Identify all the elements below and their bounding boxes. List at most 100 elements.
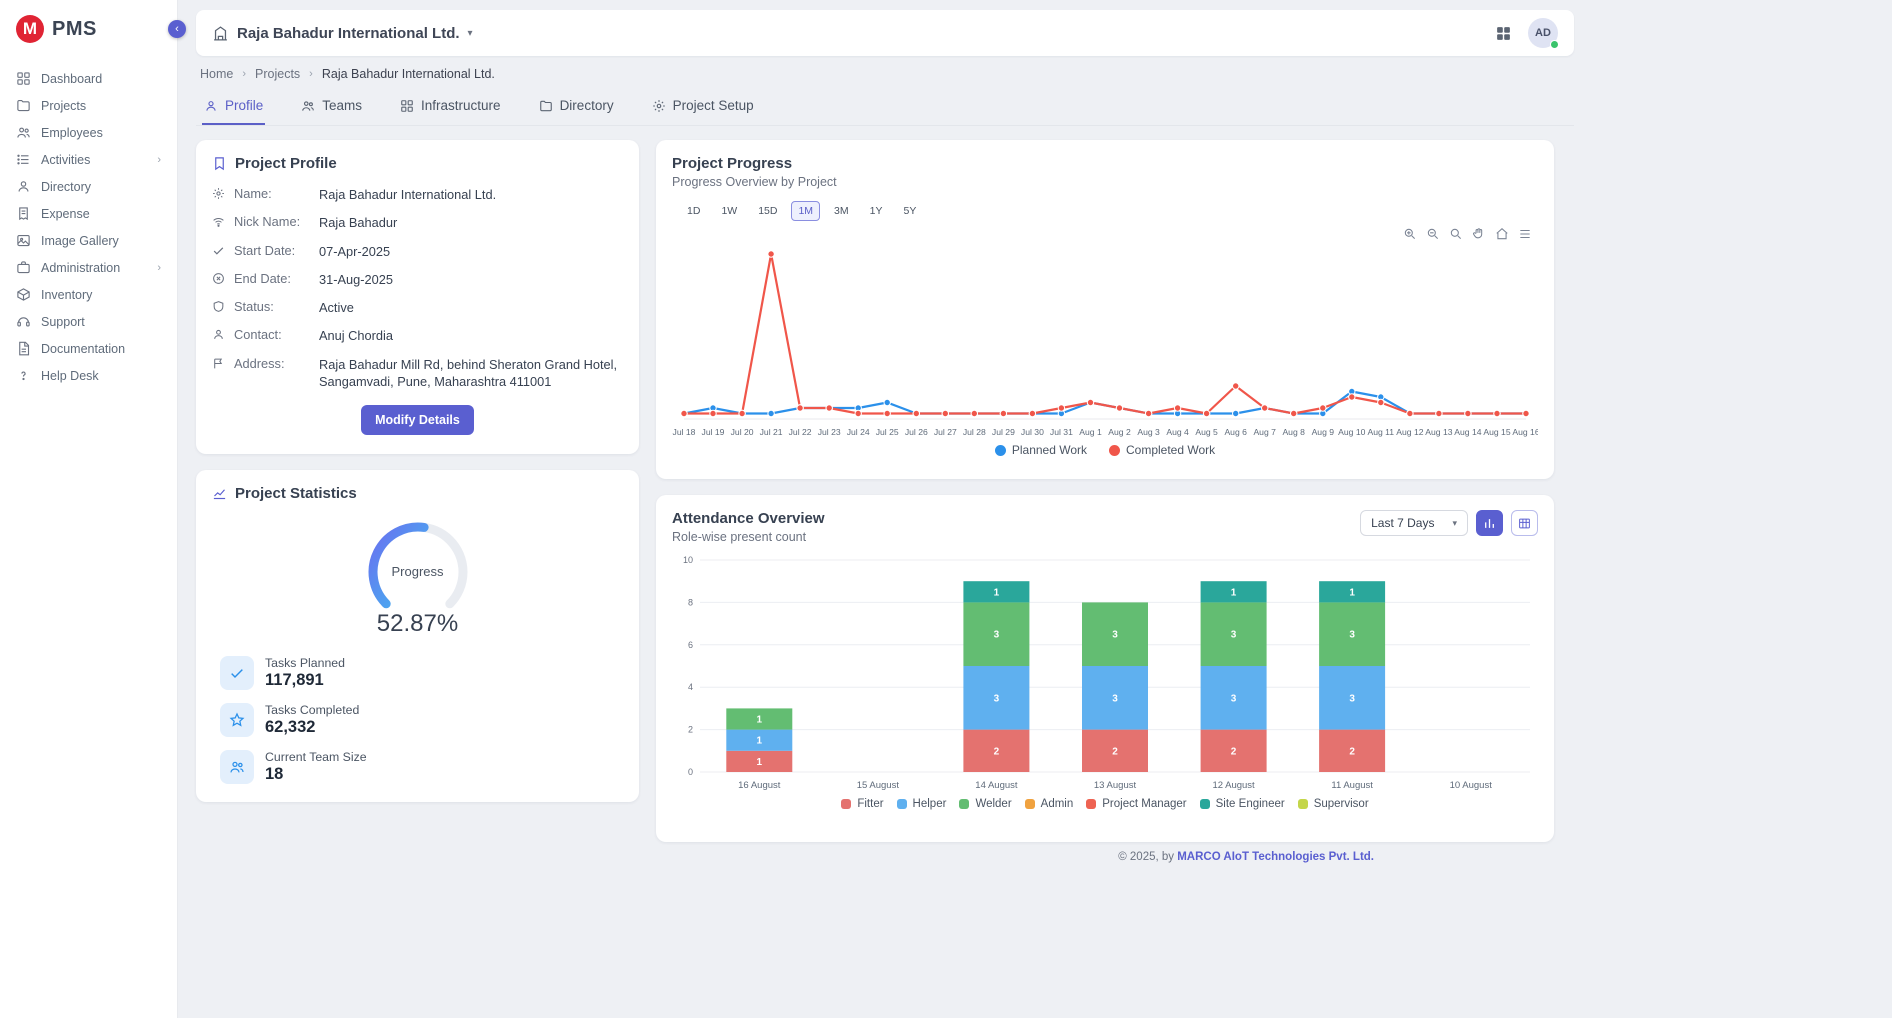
check-icon [220, 656, 254, 690]
svg-text:Aug 15: Aug 15 [1483, 427, 1510, 437]
range-1w[interactable]: 1W [714, 201, 744, 221]
svg-text:Jul 20: Jul 20 [731, 427, 754, 437]
svg-text:Jul 31: Jul 31 [1050, 427, 1073, 437]
legend-item[interactable]: Project Manager [1086, 798, 1186, 810]
selection-zoom-icon[interactable] [1449, 227, 1463, 241]
range-5y[interactable]: 5Y [896, 201, 923, 221]
breadcrumb-home[interactable]: Home [200, 67, 233, 81]
svg-text:8: 8 [688, 597, 693, 607]
line-chart-legend: Planned Work Completed Work [672, 443, 1538, 457]
range-1d[interactable]: 1D [680, 201, 707, 221]
zoom-in-icon[interactable] [1403, 227, 1417, 241]
stat-label: Tasks Planned [265, 656, 345, 670]
sidebar-item-label: Directory [41, 180, 91, 194]
tab-project-setup[interactable]: Project Setup [650, 89, 756, 125]
range-1m[interactable]: 1M [791, 201, 820, 221]
footer: © 2025, by MARCO AIoT Technologies Pvt. … [196, 851, 1374, 863]
attendance-bar-chart[interactable]: 024681016 August11115 August14 August233… [672, 550, 1538, 796]
svg-text:16 August: 16 August [738, 780, 781, 791]
pan-icon[interactable] [1472, 227, 1486, 241]
breadcrumb-current: Raja Bahadur International Ltd. [322, 67, 495, 81]
company-icon [212, 25, 229, 42]
sidebar-item-inventory[interactable]: Inventory [0, 281, 177, 308]
range-15d[interactable]: 15D [751, 201, 784, 221]
date-range-select[interactable]: Last 7 Days ▾ [1360, 510, 1468, 536]
svg-text:Aug 3: Aug 3 [1137, 427, 1160, 437]
field-label: Start Date: [234, 243, 310, 258]
legend-item[interactable]: Supervisor [1298, 798, 1369, 810]
range-3m[interactable]: 3M [827, 201, 856, 221]
svg-text:10 August: 10 August [1450, 780, 1493, 791]
chevron-down-icon: ▾ [468, 28, 473, 39]
menu-icon[interactable] [1518, 227, 1532, 241]
tab-infrastructure[interactable]: Infrastructure [398, 89, 503, 125]
avatar[interactable]: AD [1528, 18, 1558, 48]
tab-directory[interactable]: Directory [537, 89, 616, 125]
company-selector[interactable]: Raja Bahadur International Ltd. ▾ [212, 25, 473, 42]
legend-marker [959, 799, 969, 809]
sidebar-item-directory[interactable]: Directory [0, 173, 177, 200]
line-chart-area: Jul 18Jul 19Jul 20Jul 21Jul 22Jul 23Jul … [672, 225, 1538, 441]
legend-item[interactable]: Planned Work [995, 443, 1087, 457]
svg-text:Jul 19: Jul 19 [702, 427, 725, 437]
legend-marker [841, 799, 851, 809]
field-value: Raja Bahadur [319, 214, 397, 231]
legend-marker [897, 799, 907, 809]
sidebar-item-expense[interactable]: Expense [0, 200, 177, 227]
svg-text:Jul 29: Jul 29 [992, 427, 1015, 437]
briefcase-icon [16, 260, 31, 275]
sidebar-item-label: Projects [41, 99, 86, 113]
svg-text:3: 3 [1112, 693, 1118, 704]
sidebar-item-help-desk[interactable]: Help Desk [0, 362, 177, 389]
grid-icon [400, 99, 414, 113]
breadcrumb-separator: › [309, 68, 313, 80]
footer-link[interactable]: MARCO AIoT Technologies Pvt. Ltd. [1177, 851, 1374, 863]
signal-icon [212, 215, 225, 228]
svg-text:2: 2 [1112, 746, 1118, 757]
question-icon [16, 368, 31, 383]
headset-icon [16, 314, 31, 329]
breadcrumb-separator: › [242, 68, 246, 80]
zoom-out-icon[interactable] [1426, 227, 1440, 241]
field-label: Contact: [234, 327, 310, 342]
svg-text:Jul 22: Jul 22 [789, 427, 812, 437]
legend-item[interactable]: Site Engineer [1200, 798, 1285, 810]
sidebar-item-projects[interactable]: Projects [0, 92, 177, 119]
svg-text:3: 3 [994, 693, 1000, 704]
sidebar-item-administration[interactable]: Administration › [0, 254, 177, 281]
legend-item[interactable]: Welder [959, 798, 1011, 810]
progress-line-chart[interactable]: Jul 18Jul 19Jul 20Jul 21Jul 22Jul 23Jul … [672, 225, 1538, 441]
sidebar-item-documentation[interactable]: Documentation [0, 335, 177, 362]
sidebar-item-employees[interactable]: Employees [0, 119, 177, 146]
legend-item[interactable]: Helper [897, 798, 947, 810]
sidebar-item-activities[interactable]: Activities › [0, 146, 177, 173]
tab-profile[interactable]: Profile [202, 89, 265, 125]
range-1y[interactable]: 1Y [863, 201, 890, 221]
project-statistics-card: Project Statistics Progress 52.87% Tasks… [196, 470, 639, 802]
attendance-overview-card: Attendance Overview Role-wise present co… [656, 495, 1554, 842]
bar-view-toggle[interactable] [1476, 510, 1503, 536]
sidebar-collapse-button[interactable]: ‹ [168, 20, 186, 38]
legend-item[interactable]: Fitter [841, 798, 883, 810]
modify-details-button[interactable]: Modify Details [361, 405, 474, 435]
legend-item[interactable]: Completed Work [1109, 443, 1215, 457]
legend-item[interactable]: Admin [1025, 798, 1074, 810]
stat-value: 62,332 [265, 718, 359, 737]
breadcrumb-projects[interactable]: Projects [255, 67, 300, 81]
user-icon [16, 179, 31, 194]
sidebar: M PMS ‹ Dashboard Projects Employees Act… [0, 0, 178, 1018]
sidebar-item-image-gallery[interactable]: Image Gallery [0, 227, 177, 254]
field-end-date: End Date: 31-Aug-2025 [212, 271, 623, 288]
field-label: End Date: [234, 271, 310, 286]
table-view-toggle[interactable] [1511, 510, 1538, 536]
stat-tasks-planned: Tasks Planned 117,891 [220, 656, 623, 690]
bookmark-icon [212, 156, 227, 171]
tab-teams[interactable]: Teams [299, 89, 364, 125]
sidebar-item-dashboard[interactable]: Dashboard [0, 65, 177, 92]
sidebar-item-label: Expense [41, 207, 90, 221]
users-icon [16, 125, 31, 140]
home-icon[interactable] [1495, 227, 1509, 241]
box-icon [16, 287, 31, 302]
apps-grid-icon[interactable] [1495, 25, 1512, 42]
sidebar-item-support[interactable]: Support [0, 308, 177, 335]
